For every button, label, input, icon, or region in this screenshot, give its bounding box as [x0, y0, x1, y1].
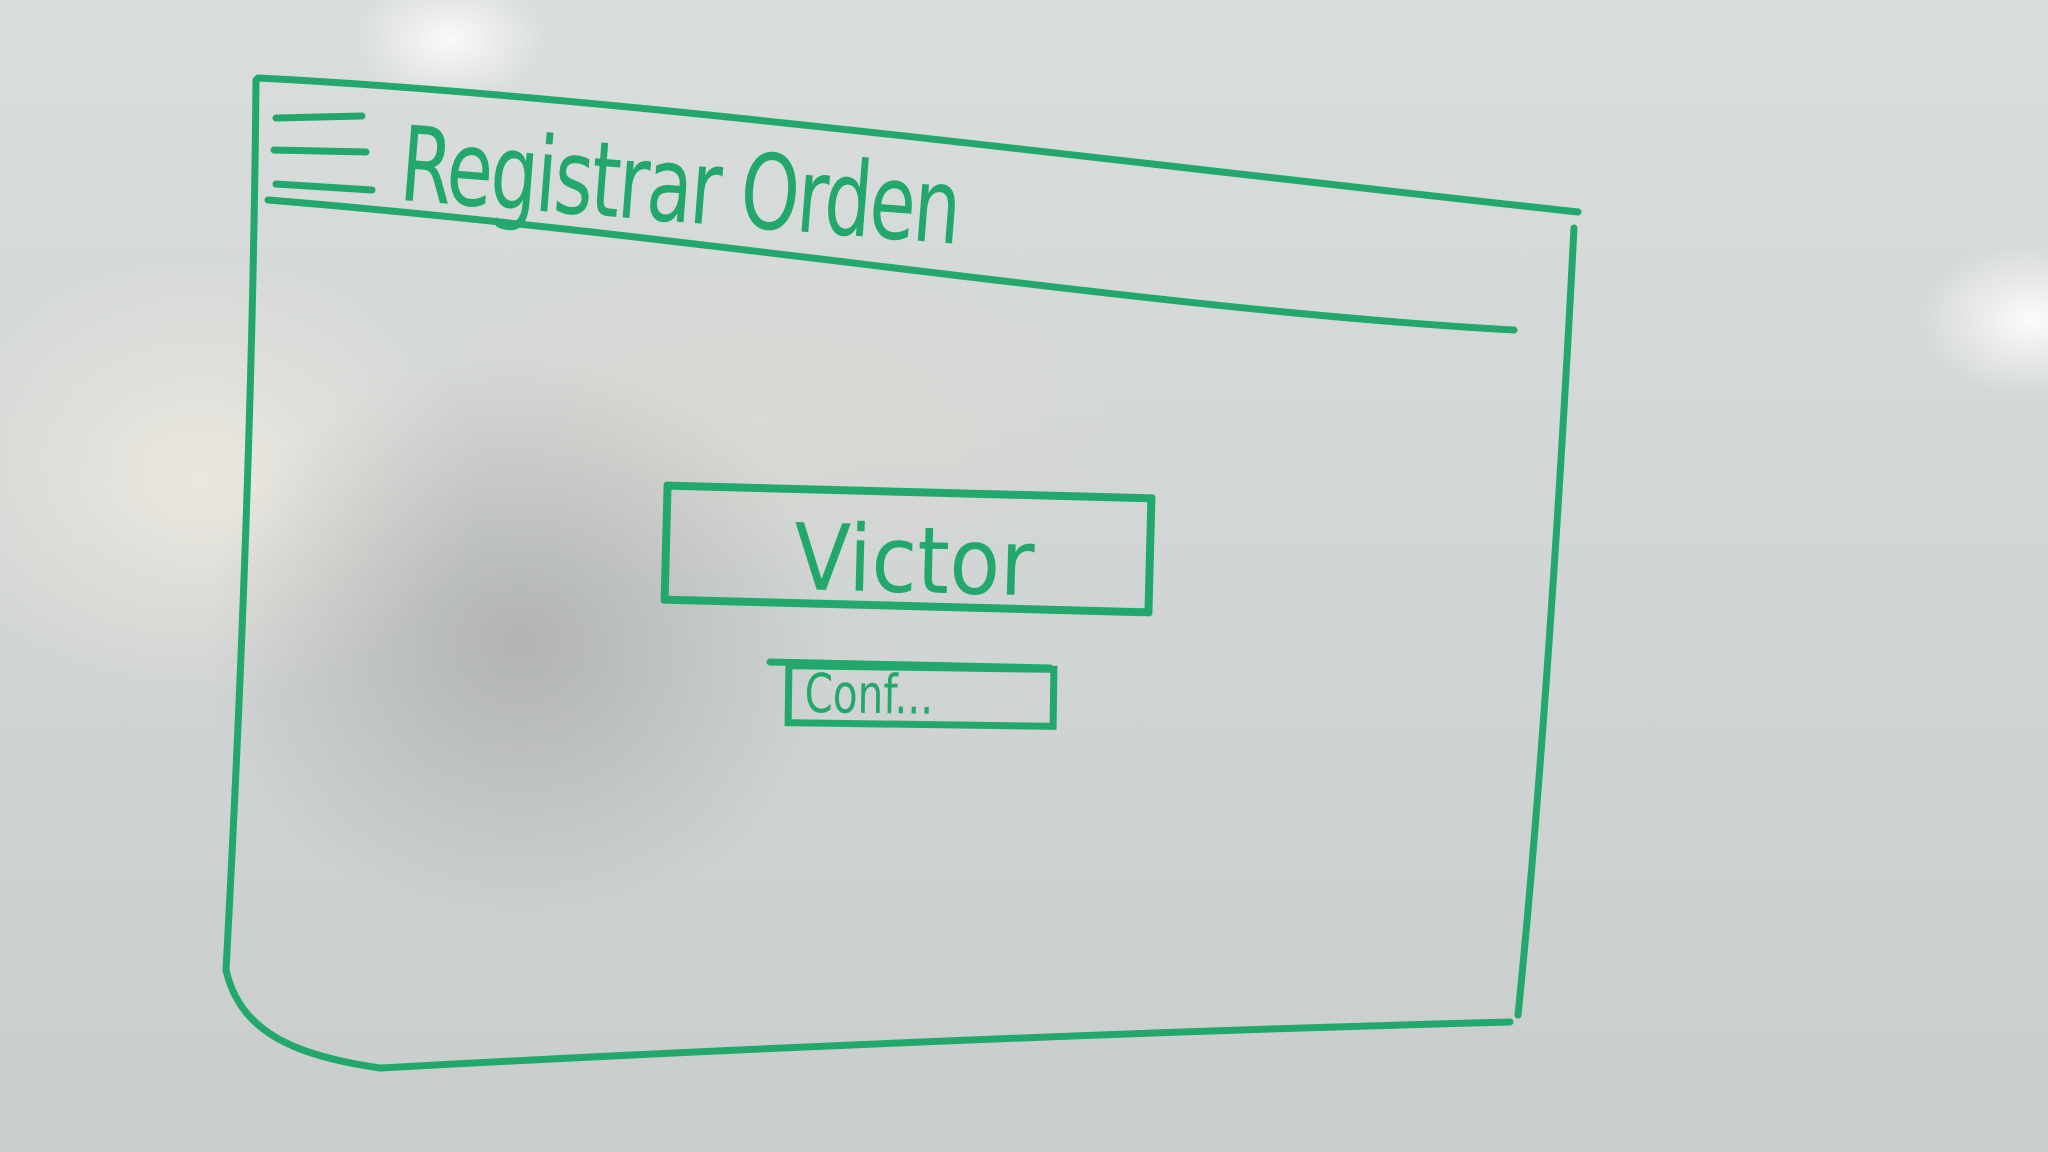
name-input-value: Victor: [792, 504, 1036, 618]
confirm-button-label: Conf...: [804, 662, 934, 727]
hamburger-icon: [270, 112, 376, 194]
